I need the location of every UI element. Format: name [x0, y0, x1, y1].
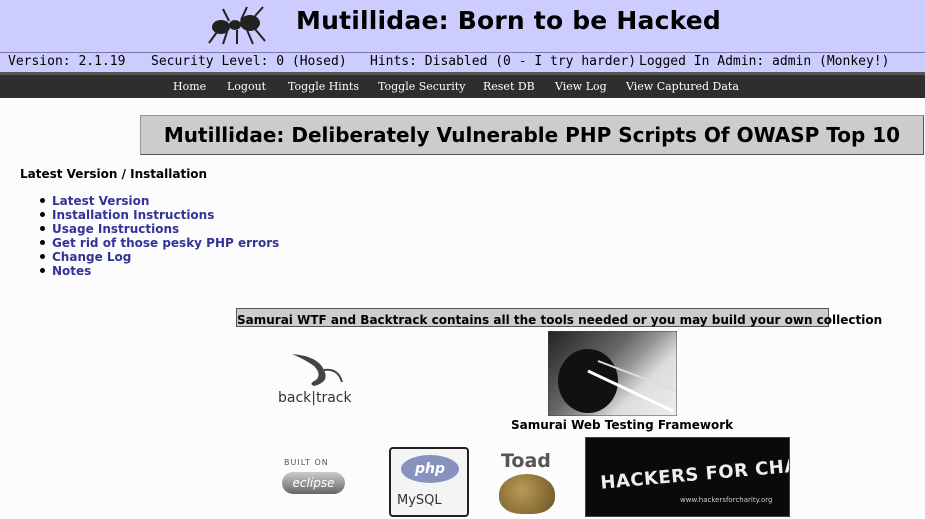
- dragon-icon: [292, 354, 343, 386]
- page-heading: Mutillidae: Deliberately Vulnerable PHP …: [163, 123, 901, 147]
- list-item: Installation Instructions: [40, 208, 279, 222]
- link-change-log[interactable]: Change Log: [52, 250, 131, 264]
- page-heading-box: Mutillidae: Deliberately Vulnerable PHP …: [140, 115, 924, 155]
- hints-status-text: Hints: Disabled (0 - I try harder): [370, 54, 637, 69]
- samurai-sword-icon: [548, 331, 677, 416]
- installation-links: Latest Version Installation Instructions…: [40, 194, 279, 278]
- toad-logo[interactable]: Toad: [495, 450, 560, 518]
- php-mysql-logo[interactable]: php MySQL: [389, 447, 469, 517]
- site-title: Mutillidae: Born to be Hacked: [296, 6, 721, 35]
- tools-banner-text: Samurai WTF and Backtrack contains all t…: [237, 313, 883, 327]
- nav-reset-db[interactable]: Reset DB: [483, 80, 535, 93]
- toad-text: Toad: [501, 450, 551, 472]
- eclipse-built-on-text: BUILT ON: [284, 458, 329, 467]
- list-item: Get rid of those pesky PHP errors: [40, 236, 279, 250]
- security-level-text: Security Level: 0 (Hosed): [151, 54, 347, 69]
- hfc-url-text: www.hackersforcharity.org: [680, 496, 773, 504]
- tools-banner: Samurai WTF and Backtrack contains all t…: [236, 308, 882, 327]
- header-banner: Mutillidae: Born to be Hacked: [0, 0, 925, 52]
- eclipse-text: eclipse: [282, 472, 345, 494]
- link-notes[interactable]: Notes: [52, 264, 91, 278]
- link-installation-instructions[interactable]: Installation Instructions: [52, 208, 214, 222]
- php-text: php: [401, 455, 459, 483]
- link-php-errors[interactable]: Get rid of those pesky PHP errors: [52, 236, 279, 250]
- status-bar: Version: 2.1.19 Security Level: 0 (Hosed…: [0, 52, 925, 73]
- eclipse-logo[interactable]: BUILT ON eclipse: [282, 458, 347, 494]
- link-latest-version[interactable]: Latest Version: [52, 194, 149, 208]
- toad-icon: [499, 474, 555, 514]
- list-item: Change Log: [40, 250, 279, 264]
- link-usage-instructions[interactable]: Usage Instructions: [52, 222, 179, 236]
- list-item: Usage Instructions: [40, 222, 279, 236]
- section-title: Latest Version / Installation: [20, 167, 208, 181]
- list-item: Latest Version: [40, 194, 279, 208]
- backtrack-logo[interactable]: back|track: [278, 352, 354, 410]
- hfc-text: HACKERS FOR CHARITY: [599, 451, 790, 494]
- samurai-caption: Samurai Web Testing Framework: [511, 418, 734, 432]
- nav-bar: Home Logout Toggle Hints Toggle Security…: [0, 73, 925, 98]
- samurai-image[interactable]: [548, 331, 677, 416]
- list-item: Notes: [40, 264, 279, 278]
- ant-icon: [208, 6, 266, 45]
- nav-view-captured-data[interactable]: View Captured Data: [626, 80, 739, 93]
- mysql-text: MySQL: [397, 493, 442, 508]
- nav-toggle-hints[interactable]: Toggle Hints: [288, 80, 359, 93]
- backtrack-text: back|track: [278, 390, 352, 406]
- nav-toggle-security[interactable]: Toggle Security: [378, 80, 465, 93]
- version-text: Version: 2.1.19: [8, 54, 126, 69]
- login-status-text: Logged In Admin: admin (Monkey!): [639, 54, 890, 69]
- nav-view-log[interactable]: View Log: [555, 80, 607, 93]
- nav-home[interactable]: Home: [173, 80, 206, 93]
- hackers-for-charity-logo[interactable]: HACKERS FOR CHARITY www.hackersforcharit…: [585, 437, 790, 517]
- nav-logout[interactable]: Logout: [227, 80, 266, 93]
